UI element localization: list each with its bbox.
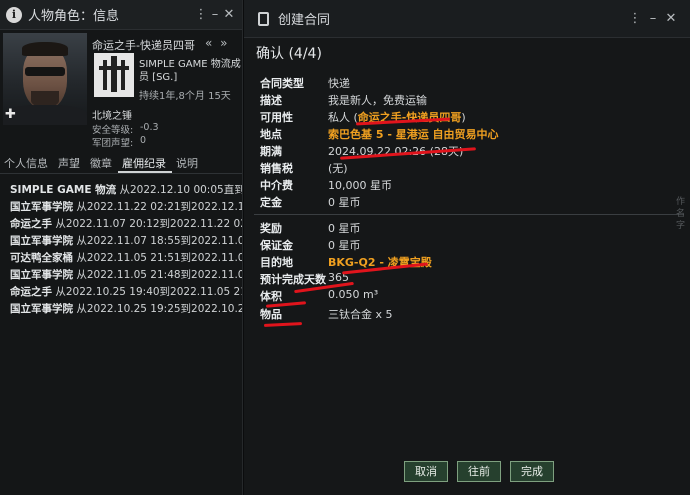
info-icon: i (6, 6, 22, 23)
add-contact-icon[interactable]: ✚ (5, 108, 17, 121)
field-contract-type: 合同类型 快递 (260, 77, 350, 90)
field-expiry: 期满 2024.09.22 02:26 (28天) (260, 145, 464, 158)
military-label: 军团声望: (92, 138, 134, 149)
tab-standings[interactable]: 声望 (54, 153, 86, 173)
employment-history-list: SIMPLE GAME 物流 从2022.12.10 00:05直到现 国立军事… (0, 182, 242, 318)
footer-buttons: 取消 往前 完成 (404, 461, 554, 482)
history-nav-chevrons[interactable]: « » (205, 36, 230, 50)
list-item[interactable]: 国立军事学院 从2022.11.22 02:21到2022.12.10 (0, 199, 242, 216)
list-item[interactable]: 国立军事学院 从2022.11.05 21:48到2022.11.05 (0, 267, 242, 284)
close-icon[interactable]: ✕ (222, 7, 236, 22)
character-name: 命运之手-快递员四哥 (92, 39, 195, 52)
field-reward: 奖励 0 星币 (260, 222, 361, 235)
finish-button[interactable]: 完成 (510, 461, 554, 482)
cancel-button[interactable]: 取消 (404, 461, 448, 482)
list-item[interactable]: 命运之手 从2022.11.07 20:12到2022.11.22 02:2 (0, 216, 242, 233)
divider (254, 214, 684, 215)
corporation-logo[interactable] (94, 53, 134, 97)
field-location: 地点 索巴色基 5 - 星港运 自由贸易中心 (260, 126, 499, 142)
step-title: 确认 (4/4) (256, 46, 322, 62)
field-items: 物品 三钛合金 x 5 (260, 308, 393, 321)
list-item[interactable]: 国立军事学院 从2022.11.07 18:55到2022.11.07 (0, 233, 242, 250)
field-deposit: 定金 0 星币 (260, 196, 361, 209)
annotation-underline (263, 322, 303, 327)
membership-duration: 持续1年,8个月 15天 (139, 91, 231, 102)
field-volume: 体积 0.050 m³ (260, 288, 379, 303)
character-tabs: 个人信息 声望 徽章 雇佣纪录 说明 (0, 153, 242, 174)
field-broker-fee: 中介费 10,000 星币 (260, 179, 392, 192)
tab-bio[interactable]: 说明 (172, 153, 204, 173)
military-value: 0 (140, 135, 147, 146)
tab-decorations[interactable]: 徽章 (86, 153, 118, 173)
document-icon (258, 11, 269, 26)
contract-window-title: 创建合同 (278, 13, 331, 28)
list-item[interactable]: SIMPLE GAME 物流 从2022.12.10 00:05直到现 (0, 182, 242, 199)
tab-employment-history[interactable]: 雇佣纪录 (118, 153, 172, 173)
location-link[interactable]: 索巴色基 5 - 星港运 自由贸易中心 (328, 126, 499, 142)
close-icon[interactable]: ✕ (664, 11, 678, 26)
region-name[interactable]: 北境之锤 (92, 107, 132, 122)
background-window-text: 作 名字 (676, 197, 686, 231)
more-options-icon[interactable]: ⋮ (194, 7, 208, 22)
field-destination: 目的地 BKG-Q2 - 凌霄宝殿 (260, 256, 432, 269)
list-item[interactable]: 命运之手 从2022.10.25 19:40到2022.11.05 21:4 (0, 284, 242, 301)
list-item[interactable]: 国立军事学院 从2022.10.25 19:25到2022.10.25 (0, 301, 242, 318)
create-contract-window: 创建合同 ⋮ – ✕ 确认 (4/4) 合同类型 快递 描述 我是新人，免费运输… (244, 0, 690, 495)
field-description: 描述 我是新人，免费运输 (260, 94, 427, 107)
security-label: 安全等级: (92, 125, 134, 136)
character-info-window: i 人物角色：信息 ⋮ – ✕ ✚ 命运之手-快递员四哥 « » SIMPLE … (0, 0, 243, 495)
security-value: -0.3 (140, 122, 159, 133)
field-sales-tax: 销售税 (无) (260, 162, 348, 175)
character-window-header: i 人物角色：信息 ⋮ – ✕ (0, 0, 242, 30)
minimize-icon[interactable]: – (646, 11, 660, 26)
more-options-icon[interactable]: ⋮ (628, 11, 642, 26)
tab-personal-info[interactable]: 个人信息 (0, 153, 54, 173)
corporation-line-2[interactable]: 员 [SG.] (139, 68, 177, 83)
field-availability: 可用性 私人 (命运之手-快递员四哥) (260, 111, 466, 124)
back-button[interactable]: 往前 (457, 461, 501, 482)
contract-window-header: 创建合同 ⋮ – ✕ (244, 0, 690, 38)
field-collateral: 保证金 0 星币 (260, 239, 361, 252)
minimize-icon[interactable]: – (208, 7, 222, 22)
list-item[interactable]: 可达鸭全家桶 从2022.11.05 21:51到2022.11.07 (0, 250, 242, 267)
character-window-title: 人物角色：信息 (28, 9, 120, 24)
